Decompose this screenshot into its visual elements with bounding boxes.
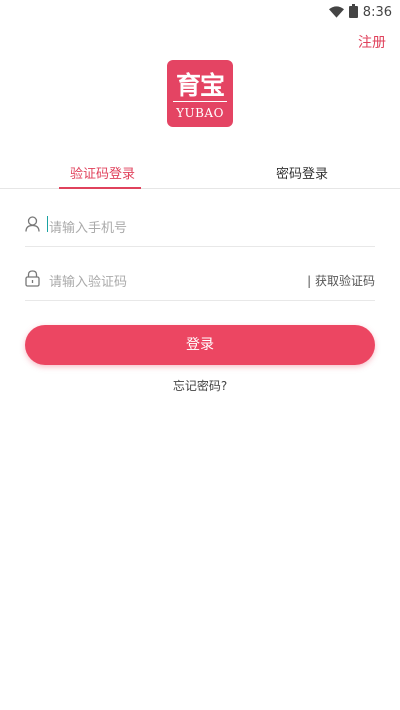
logo-divider — [173, 101, 227, 102]
logo-chinese-text: 育宝 — [175, 71, 225, 100]
tab-sms-login[interactable]: 验证码登录 — [70, 163, 135, 182]
user-icon — [25, 216, 40, 236]
code-field[interactable]: 请输入验证码 | 获取验证码 — [25, 254, 375, 301]
text-cursor — [47, 216, 48, 232]
tab-password-login[interactable]: 密码登录 — [276, 163, 328, 182]
phone-field[interactable]: 请输入手机号 — [25, 200, 375, 247]
get-code-button[interactable]: | 获取验证码 — [307, 272, 375, 289]
login-button[interactable]: 登录 — [25, 325, 375, 365]
status-time: 8:36 — [362, 5, 392, 20]
phone-input[interactable]: 请输入手机号 — [49, 217, 127, 236]
status-icons: 8:36 — [328, 3, 392, 22]
lock-icon — [25, 270, 40, 291]
login-tabs: 验证码登录 密码登录 — [0, 158, 400, 189]
code-input[interactable]: 请输入验证码 — [49, 271, 127, 290]
status-bar: 8:36 — [0, 0, 400, 24]
battery-icon — [348, 3, 358, 22]
logo-english-text: YUBAO — [176, 106, 224, 120]
forgot-password-link[interactable]: 忘记密码? — [0, 377, 400, 394]
register-link[interactable]: 注册 — [358, 32, 386, 52]
wifi-icon — [328, 3, 344, 22]
app-logo: 育宝 YUBAO — [167, 60, 233, 127]
active-tab-indicator — [59, 187, 141, 189]
